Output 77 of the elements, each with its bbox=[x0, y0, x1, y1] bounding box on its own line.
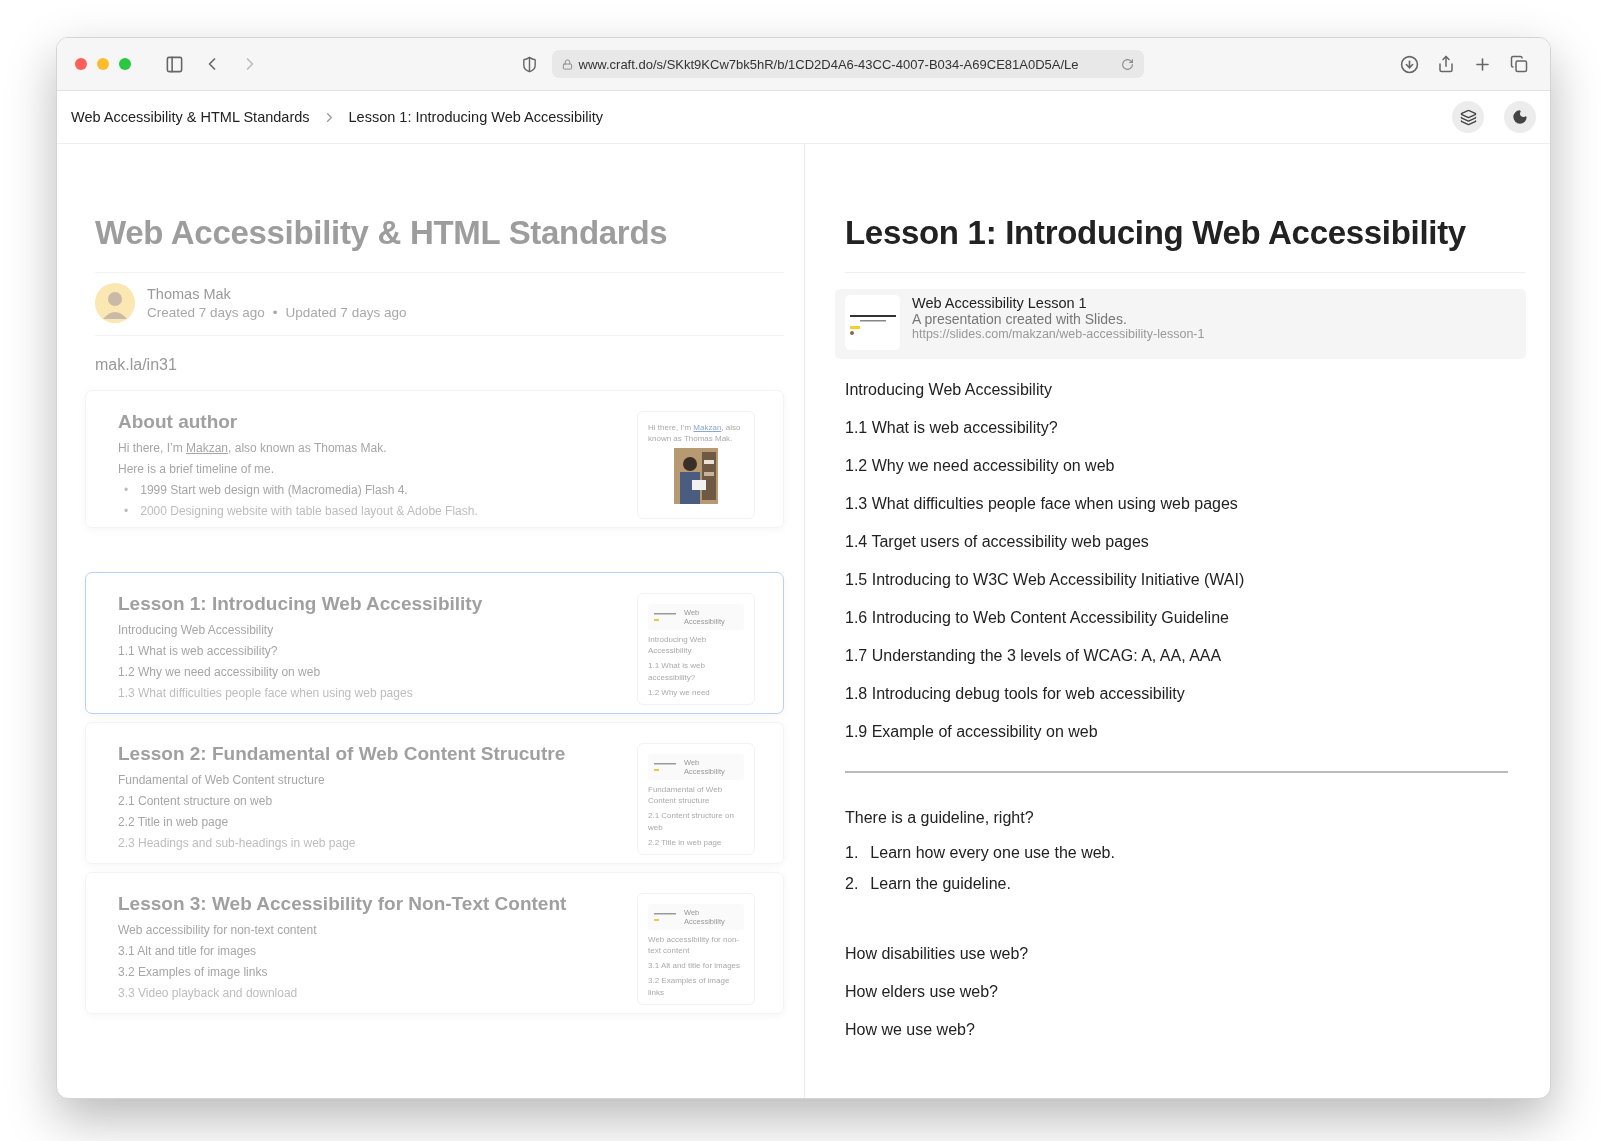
layers-icon bbox=[1459, 108, 1477, 126]
toc-item: 1.6 Introducing to Web Content Accessibility Guideline bbox=[845, 608, 1230, 628]
bullet-item: 2000 Designing website with table based layout & Adobe Flash. bbox=[140, 503, 478, 519]
card-text: 3.2 Examples of image links bbox=[118, 963, 269, 980]
paragraph: How disabilities use web? bbox=[845, 944, 1030, 964]
card-title: Lesson 1: Introducing Web Accessibility bbox=[118, 593, 484, 615]
card-text: Here is a brief timeline of me. bbox=[118, 461, 276, 477]
preview-text: Hi there, I’m Makzan, also known as Thomas Mak. bbox=[648, 422, 742, 445]
list-number: 2. bbox=[845, 874, 859, 893]
slide-thumbnail bbox=[654, 762, 676, 771]
slide-thumbnail bbox=[654, 613, 676, 621]
card-title: Lesson 2: Fundamental of Web Content Strucutre bbox=[118, 742, 567, 765]
card-text: 3.3 Video playback and download bbox=[118, 984, 299, 1001]
close-button[interactable] bbox=[75, 58, 87, 70]
card-title: About author bbox=[118, 411, 239, 433]
preview-text: 1.1 What is web accessibility? bbox=[648, 660, 706, 683]
preview-text: 3.2 Examples of image links bbox=[648, 975, 731, 998]
paragraph: How elders use web? bbox=[845, 982, 999, 1002]
paragraph: There is a guideline, right? bbox=[845, 808, 1035, 828]
lock-icon bbox=[561, 58, 573, 70]
list-text: Learn how every one use the web. bbox=[870, 843, 1115, 862]
card-text: 2.3 Headings and sub-headings in web page bbox=[118, 834, 357, 851]
bullet-marker: • bbox=[124, 482, 129, 498]
card-text: Introducing Web Accessibility bbox=[118, 622, 275, 638]
address-bar[interactable]: www.craft.do/s/SKkt9KCw7bk5hR/b/1CD2D4A6-43CC-4007-B034-A69CE81A0D5A/Le bbox=[551, 50, 1144, 78]
author-name: Thomas Mak bbox=[147, 286, 232, 302]
document-title: Web Accessibility & HTML Standards bbox=[95, 214, 784, 273]
updated-date: Updated 7 days ago bbox=[285, 305, 407, 320]
card-title: Lesson 3: Web Accessibility for Non-Text Content bbox=[118, 892, 568, 915]
toc-item: Introducing Web Accessibility bbox=[845, 380, 1053, 400]
card-text: 1.1 What is web accessibility? bbox=[118, 643, 279, 659]
toc-item: 1.2 Why we need accessibility on web bbox=[845, 456, 1116, 476]
created-date: Created 7 days ago bbox=[147, 305, 265, 320]
avatar bbox=[95, 283, 135, 323]
card-text: Hi there, I’m Makzan, also known as Thomas Mak. bbox=[118, 440, 388, 456]
embed-title: Web Accessibility Lesson 1 bbox=[912, 295, 1088, 311]
moon-icon bbox=[1512, 109, 1528, 125]
dark-mode-button[interactable] bbox=[1504, 101, 1536, 133]
embed-url: https://slides.com/makzan/web-accessibility-lesson-1 bbox=[912, 327, 1205, 341]
page-title: Lesson 1: Introducing Web Accessibility bbox=[845, 214, 1526, 273]
bullet-item: 1999 Start web design with (Macromedia) Flash 4. bbox=[140, 482, 408, 498]
reload-icon[interactable] bbox=[1120, 57, 1134, 71]
toc-item: 1.4 Target users of accessibility web pages bbox=[845, 532, 1150, 552]
preview-text: 3.1 Alt and title for images bbox=[648, 960, 742, 972]
toc-item: 1.3 What difficulties people face when using web pages bbox=[845, 494, 1239, 514]
breadcrumb-link[interactable]: Lesson 1: Introducing Web Accessibility bbox=[348, 109, 603, 125]
card-text: Web accessibility for non-text content bbox=[118, 921, 318, 938]
preview-text: Introducing Web Accessibility bbox=[648, 634, 708, 657]
layers-button[interactable] bbox=[1452, 101, 1484, 133]
card-text: 1.2 Why we need accessibility on web bbox=[118, 664, 322, 680]
card-text: 3.1 Alt and title for images bbox=[118, 942, 258, 959]
preview-text: 2.1 Content structure on web bbox=[648, 810, 735, 833]
bullet-marker: • bbox=[124, 503, 129, 519]
preview-text: Fundamental of Web Content structure bbox=[648, 783, 724, 807]
list-text: Learn the guideline. bbox=[870, 874, 1011, 893]
toc-item: 1.7 Understanding the 3 levels of WCAG: A, AA, AAA bbox=[845, 646, 1223, 666]
paragraph: How we use web? bbox=[845, 1020, 976, 1040]
card-text: 2.1 Content structure on web bbox=[118, 792, 274, 809]
toc-item: 1.5 Introducing to W3C Web Accessibility Initiative (WAI) bbox=[845, 570, 1246, 590]
about-card[interactable] bbox=[85, 390, 784, 528]
card-text: Fundamental of Web Content structure bbox=[118, 771, 326, 788]
slide-thumbnail bbox=[654, 912, 676, 921]
breadcrumb-link[interactable]: Web Accessibility & HTML Standards bbox=[71, 109, 310, 125]
toc-item: 1.9 Example of accessibility on web bbox=[845, 722, 1099, 742]
preview-text: 2.2 Title in web page bbox=[648, 836, 723, 848]
slide-thumbnail bbox=[845, 295, 900, 350]
preview-text: 1.2 Why we need bbox=[648, 686, 711, 698]
embed-description: A presentation created with Slides. bbox=[912, 311, 1128, 327]
list-number: 1. bbox=[845, 843, 859, 862]
toc-item: 1.8 Introducing debug tools for web accessibility bbox=[845, 684, 1186, 704]
separator-dot: • bbox=[272, 305, 278, 320]
preview-text: Web accessibility for non-text content bbox=[648, 933, 740, 957]
card-text: 2.2 Title in web page bbox=[118, 813, 230, 830]
embed-card[interactable]: Web Accessibility Lesson 1 A presentation created with Slides. https://slides.com/makzan/web-accessibility-lesson-1 bbox=[835, 289, 1526, 359]
url-text: www.craft.do/s/SKkt9KCw7bk5hR/b/1CD2D4A6-43CC-4007-B034-A69CE81A0D5A/Le bbox=[578, 56, 1080, 72]
toc-item: 1.1 What is web accessibility? bbox=[845, 418, 1059, 438]
card-text: 1.3 What difficulties people face when using web pages bbox=[118, 685, 414, 701]
